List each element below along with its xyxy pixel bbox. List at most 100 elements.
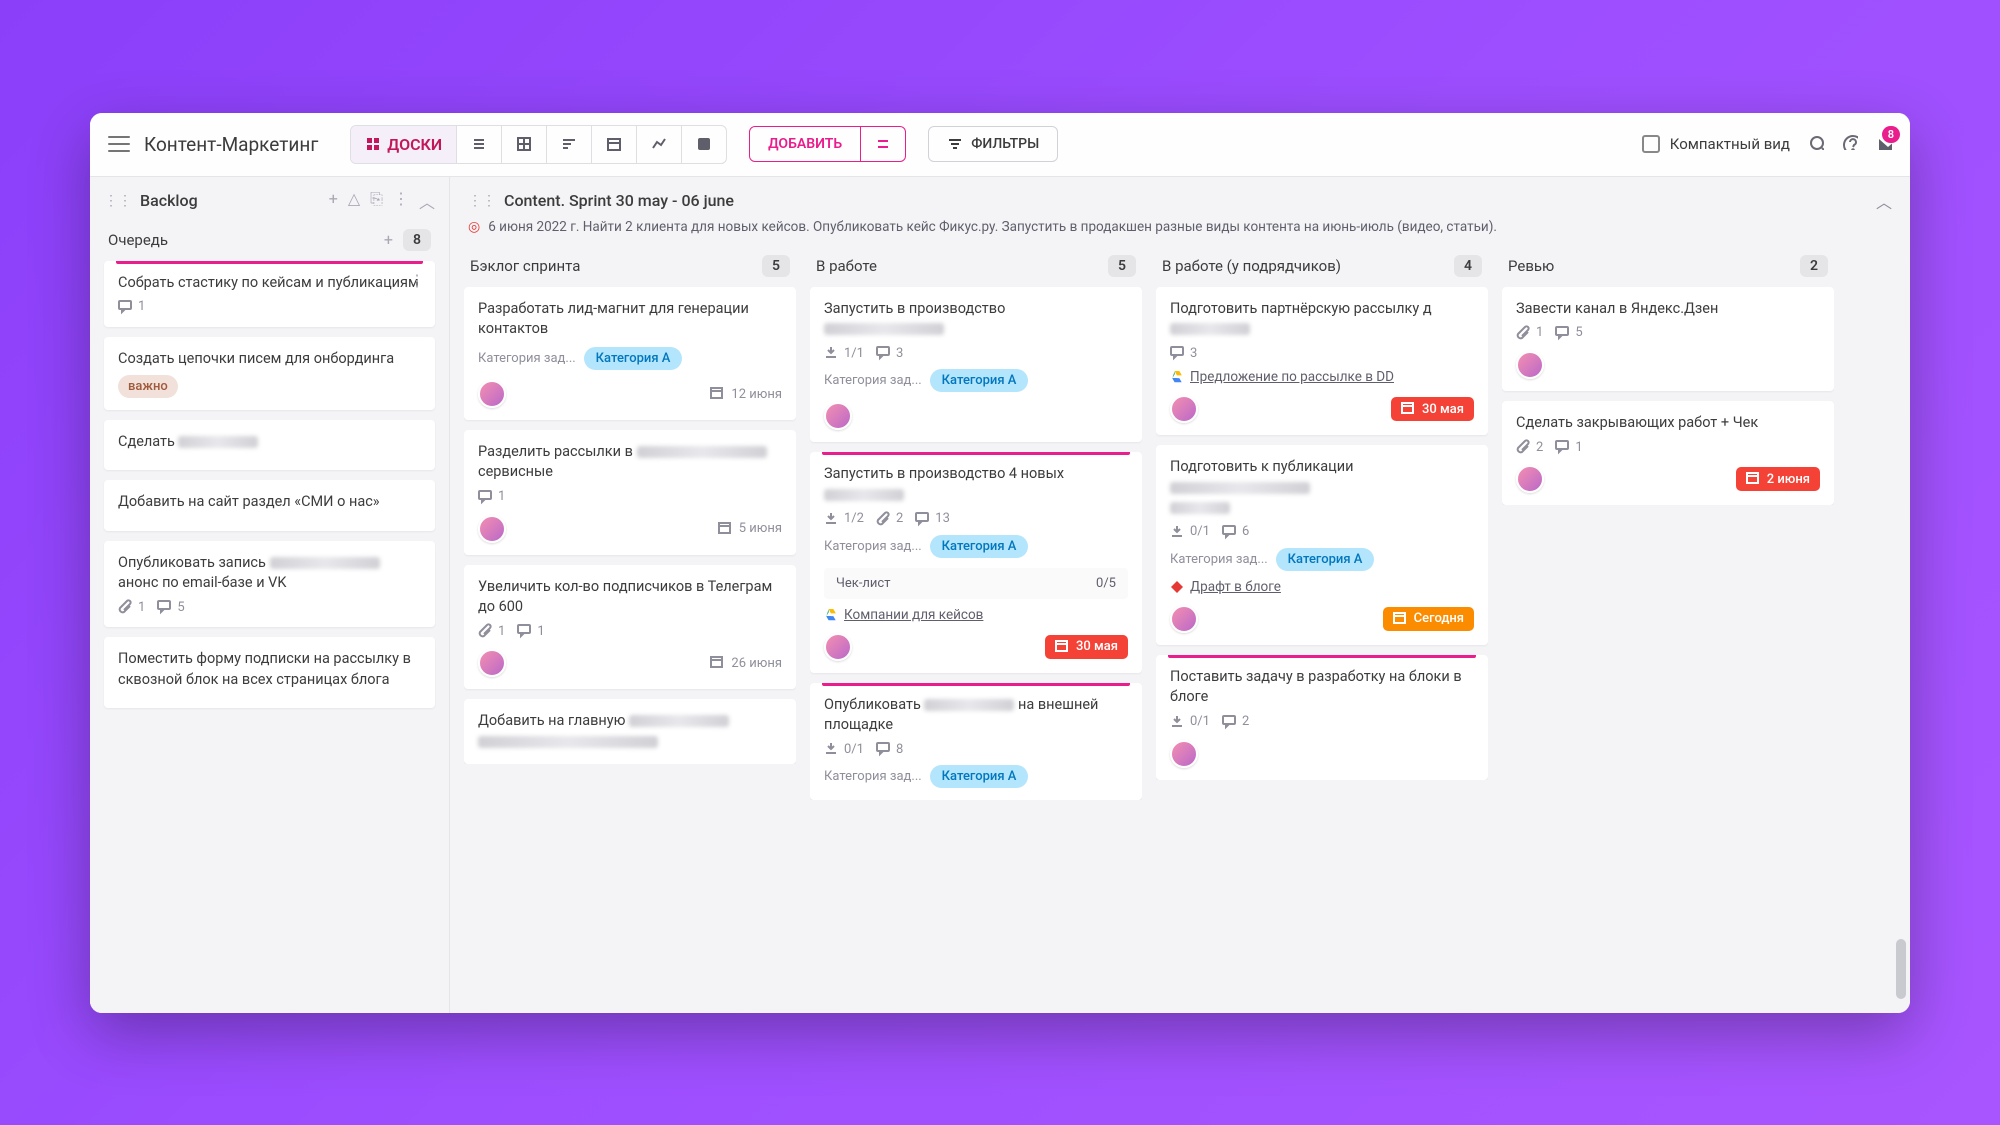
due-date: 12 июня	[710, 386, 782, 402]
compact-view-toggle[interactable]: Компактный вид	[1642, 135, 1790, 153]
backlog-card[interactable]: Добавить на сайт раздел «СМИ о нас»	[104, 480, 435, 530]
backlog-card[interactable]: Поместить форму подписки на рассылку в с…	[104, 637, 435, 708]
checklist[interactable]: Чек-лист0/5	[824, 568, 1128, 599]
backlog-card[interactable]: ⋮ Собрать стастику по кейсам и публикаци…	[104, 261, 435, 327]
app-window: Контент-Маркетинг ДОСКИ ДОБАВИТЬ ФИЛЬТРЫ	[90, 113, 1910, 1013]
scrollbar[interactable]	[1896, 227, 1906, 1003]
comments-meta: 1	[478, 489, 505, 505]
table-icon	[516, 136, 532, 152]
comments-meta: 1	[517, 623, 544, 639]
category-label: Категория зад...	[478, 351, 576, 366]
grip-icon[interactable]: ⋮⋮	[468, 193, 496, 209]
category-label: Категория зад...	[1170, 552, 1268, 567]
avatar[interactable]	[478, 380, 506, 408]
card-title: Создать цепочки писем для онбординга	[118, 349, 421, 369]
filter-button[interactable]: ФИЛЬТРЫ	[928, 126, 1058, 162]
card-title: Сделать закрывающих работ + Чек	[1516, 413, 1820, 433]
attachment-link[interactable]: Драфт в блоге	[1170, 579, 1474, 595]
chevron-up-icon[interactable]: ︿	[1876, 189, 1892, 213]
attachment-link[interactable]: Компании для кейсов	[824, 607, 1128, 623]
comments-meta: 5	[1555, 325, 1582, 341]
kanban-card[interactable]: Разработать лид-магнит для генерации кон…	[464, 287, 796, 421]
add-button-group: ДОБАВИТЬ	[749, 126, 906, 162]
avatar[interactable]	[824, 633, 852, 661]
kanban-card[interactable]: Подготовить к публикации 0/16 Категория …	[1156, 445, 1488, 645]
inbox-button[interactable]: 8	[1876, 134, 1892, 154]
avatar[interactable]	[1516, 351, 1544, 379]
more-icon[interactable]: ⋮	[393, 189, 409, 213]
link-icon[interactable]: ⎘	[370, 189, 383, 213]
topbar: Контент-Маркетинг ДОСКИ ДОБАВИТЬ ФИЛЬТРЫ	[90, 113, 1910, 177]
sprint-main: ⋮⋮ Content. Sprint 30 may - 06 june ︿ ◎ …	[450, 177, 1910, 1013]
attachment-link[interactable]: Предложение по рассылке в DD	[1170, 369, 1474, 385]
avatar[interactable]	[1170, 740, 1198, 768]
help-button[interactable]	[1842, 134, 1858, 154]
avatar[interactable]	[1516, 465, 1544, 493]
card-title: Разделить рассылки в сервисные	[478, 442, 782, 483]
boards-icon	[365, 136, 381, 152]
tag: важно	[118, 375, 178, 398]
kanban-card[interactable]: Подготовить партнёрскую рассылку д 3 Пре…	[1156, 287, 1488, 436]
column-title: В работе	[816, 257, 877, 275]
avatar[interactable]	[478, 515, 506, 543]
column-title: В работе (у подрядчиков)	[1162, 257, 1341, 275]
sub-meta: 0/1	[824, 741, 864, 757]
view-dashboard[interactable]	[682, 126, 726, 163]
add-collapse-button[interactable]	[861, 127, 905, 161]
kanban-column: Ревью 2 Завести канал в Яндекс.Дзен 15 С…	[1502, 247, 1834, 999]
search-button[interactable]	[1808, 134, 1824, 154]
chevron-up-icon[interactable]: ︿	[419, 189, 435, 213]
more-icon[interactable]: ⋮	[409, 271, 425, 290]
card-title: Собрать стастику по кейсам и публикациям	[118, 273, 421, 293]
backlog-card[interactable]: Создать цепочки писем для онбординга важ…	[104, 337, 435, 410]
avatar[interactable]	[824, 402, 852, 430]
add-card-icon[interactable]: +	[384, 230, 393, 249]
kanban-card[interactable]: Разделить рассылки в сервисные 1 5 июня	[464, 430, 796, 555]
add-icon[interactable]: +	[329, 189, 338, 213]
content-area: ⋮⋮ Backlog + △ ⎘ ⋮ ︿ Очередь + 8 ⋮ Со	[90, 177, 1910, 1013]
sidebar-subheader: Очередь + 8	[90, 225, 449, 261]
menu-icon[interactable]	[108, 136, 130, 152]
category-tag: Категория A	[930, 369, 1029, 392]
comments-meta: 6	[1222, 524, 1249, 540]
grip-icon[interactable]: ⋮⋮	[104, 193, 132, 209]
bell-icon[interactable]: △	[348, 189, 360, 213]
kanban-column: Бэклог спринта 5 Разработать лид-магнит …	[464, 247, 796, 999]
view-calendar[interactable]	[592, 126, 637, 163]
kanban-card[interactable]: Опубликовать на внешней площадке 0/18 Ка…	[810, 683, 1142, 801]
kanban-card[interactable]: Добавить на главную	[464, 699, 796, 764]
avatar[interactable]	[1170, 605, 1198, 633]
avatar[interactable]	[478, 649, 506, 677]
kanban-card[interactable]: Поставить задачу в разработку на блоки в…	[1156, 655, 1488, 780]
due-date-overdue: 2 июня	[1736, 467, 1820, 491]
card-title: Опубликовать запись анонс по email-базе …	[118, 553, 421, 594]
comments-meta: 3	[876, 345, 903, 361]
search-icon	[1808, 134, 1824, 150]
sub-meta: 0/1	[1170, 714, 1210, 730]
view-chart[interactable]	[637, 126, 682, 163]
chart-icon	[651, 136, 667, 152]
column-cards: Завести канал в Яндекс.Дзен 15 Сделать з…	[1502, 287, 1834, 506]
kanban-card[interactable]: Сделать закрывающих работ + Чек 21 2 июн…	[1502, 401, 1834, 505]
view-boards[interactable]: ДОСКИ	[351, 126, 457, 163]
kanban-card[interactable]: Запустить в производство 1/13 Категория …	[810, 287, 1142, 443]
card-title: Добавить на сайт раздел «СМИ о нас»	[118, 492, 421, 512]
due-date-overdue: 30 мая	[1391, 397, 1474, 421]
kanban-card[interactable]: Завести канал в Яндекс.Дзен 15	[1502, 287, 1834, 391]
attach-meta: 1	[118, 599, 145, 615]
queue-count: 8	[403, 229, 431, 251]
backlog-card[interactable]: Опубликовать запись анонс по email-базе …	[104, 541, 435, 628]
column-count: 5	[762, 255, 790, 277]
sidebar-tools: + △ ⎘ ⋮ ︿	[329, 189, 435, 213]
kanban-card[interactable]: Запустить в производство 4 новых 1/2213 …	[810, 452, 1142, 673]
view-list[interactable]	[457, 126, 502, 163]
view-gantt[interactable]	[547, 126, 592, 163]
kanban-card[interactable]: Увеличить кол-во подписчиков в Телеграм …	[464, 565, 796, 690]
sub-meta: 1/1	[824, 345, 864, 361]
add-button[interactable]: ДОБАВИТЬ	[750, 127, 861, 161]
avatar[interactable]	[1170, 395, 1198, 423]
view-table[interactable]	[502, 126, 547, 163]
column-header: В работе 5	[810, 247, 1142, 287]
backlog-card[interactable]: Сделать	[104, 420, 435, 470]
card-title: Запустить в производство 4 новых	[824, 464, 1128, 505]
